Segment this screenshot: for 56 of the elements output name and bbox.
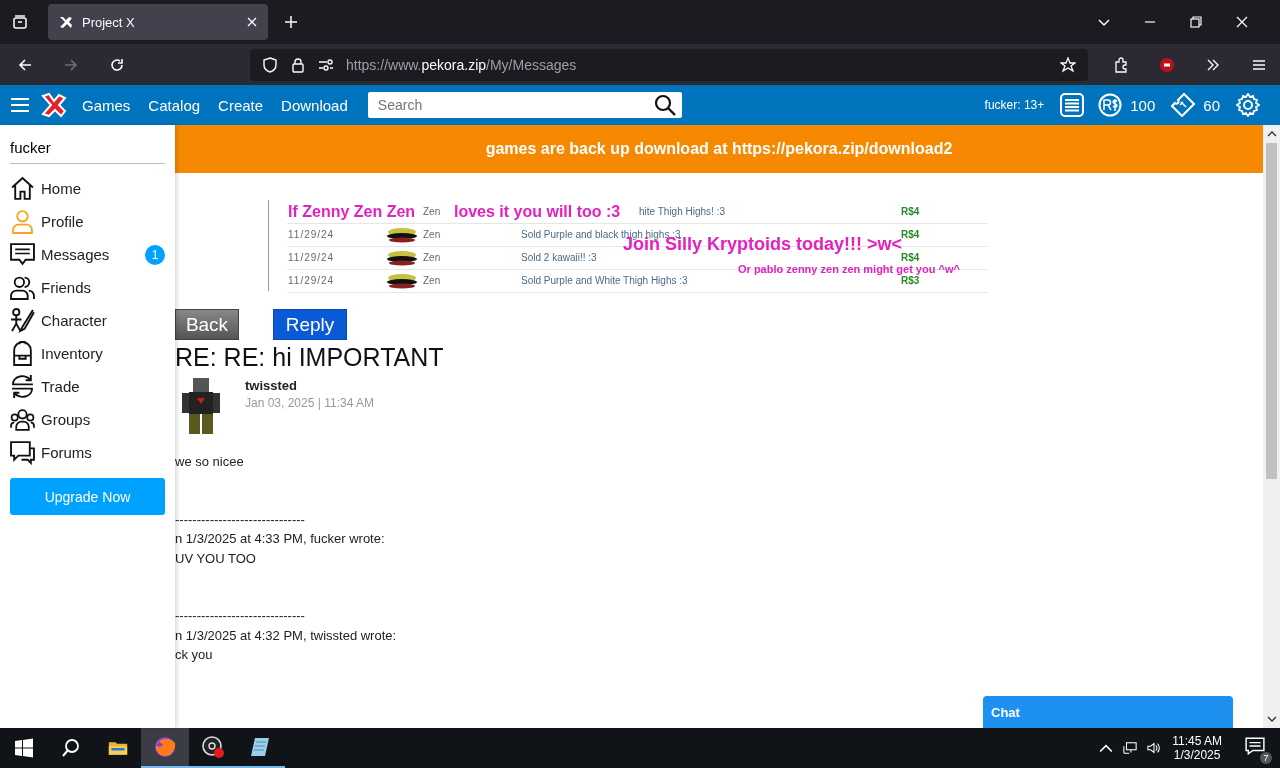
- browser-tab[interactable]: Project X: [48, 4, 268, 40]
- robux-amount: 100: [1130, 96, 1156, 114]
- username-label: fucker: 13+: [984, 98, 1045, 112]
- taskbar-clock[interactable]: 11:45 AM 1/3/2025: [1172, 734, 1222, 762]
- date-text: 11/29/24: [288, 252, 336, 263]
- sidebar-item[interactable]: Groups: [10, 403, 165, 436]
- date-text: 11/29/24: [288, 229, 336, 240]
- ticket-amount: 60: [1203, 96, 1220, 114]
- message-text: n 1/3/2025 at 4:32 PM, twissted wrote:: [175, 626, 398, 645]
- ad-slogan: Or pablo zenny zen zen might get you ^w^: [738, 264, 960, 275]
- nav-link[interactable]: Create: [218, 96, 264, 114]
- message-text: UV YOU TOO: [175, 549, 257, 568]
- nav-link[interactable]: Games: [82, 96, 131, 114]
- unread-badge: 1: [145, 244, 165, 265]
- message-text: n 1/3/2025 at 4:33 PM, fucker wrote:: [175, 530, 386, 548]
- message-text: ------------------------------: [175, 510, 306, 529]
- seller-name: Zen: [423, 229, 441, 240]
- message-subject: RE: RE: hi IMPORTANT: [175, 343, 445, 372]
- price-text: R$4: [901, 229, 920, 240]
- nav-link[interactable]: Catalog: [148, 96, 201, 114]
- chat-title: Chat: [991, 704, 1020, 720]
- notification-count: 7: [1260, 752, 1272, 764]
- message-text: ------------------------------: [175, 607, 306, 625]
- sidebar-item[interactable]: Character: [10, 304, 165, 337]
- ad-slogan: loves it you will too :3: [454, 203, 621, 220]
- message-date: Jan 03, 2025 | 11:34 AM: [245, 396, 374, 410]
- sale-description: hite Thigh Highs! :3: [639, 206, 725, 217]
- seller-name: Zen: [423, 206, 441, 217]
- author-name[interactable]: twissted: [245, 378, 374, 393]
- sale-description: Sold Purple and White Thigh Highs :3: [521, 275, 688, 286]
- sidebar-item[interactable]: Trade: [10, 370, 165, 403]
- url-text: https://www.pekora.zip/My/Messages: [346, 56, 577, 73]
- tab-title: Project X: [82, 14, 136, 30]
- date-text: 11/29/24: [288, 275, 336, 286]
- back-button[interactable]: Back: [175, 309, 239, 340]
- seller-name: Zen: [423, 252, 441, 263]
- message-text: ck you: [175, 646, 214, 664]
- sale-description: Sold 2 kawaii!! :3: [521, 252, 597, 263]
- nav-link[interactable]: Download: [281, 96, 348, 114]
- ad-slogan: If Zenny Zen Zen: [288, 203, 416, 220]
- sidebar-username: fucker: [10, 125, 165, 164]
- price-text: R$4: [901, 252, 920, 263]
- reply-button[interactable]: Reply: [273, 309, 347, 340]
- sidebar-item[interactable]: Profile: [10, 205, 165, 238]
- message-text: we so nicee: [175, 453, 245, 471]
- price-text: R$4: [901, 206, 920, 217]
- sidebar-item[interactable]: Friends: [10, 271, 165, 304]
- price-text: R$3: [901, 275, 920, 286]
- sidebar-item[interactable]: Home: [10, 172, 165, 205]
- sidebar-item[interactable]: Forums: [10, 436, 165, 469]
- announcement-banner: games are back up download at https://pekora.zip/download2: [175, 125, 1263, 173]
- seller-name: Zen: [423, 275, 441, 286]
- sidebar-item[interactable]: Messages 1: [10, 238, 165, 271]
- sidebar-item[interactable]: Inventory: [10, 337, 165, 370]
- search-field[interactable]: Search: [367, 92, 648, 118]
- address-bar[interactable]: https://www.pekora.zip/My/Messages: [250, 48, 1088, 81]
